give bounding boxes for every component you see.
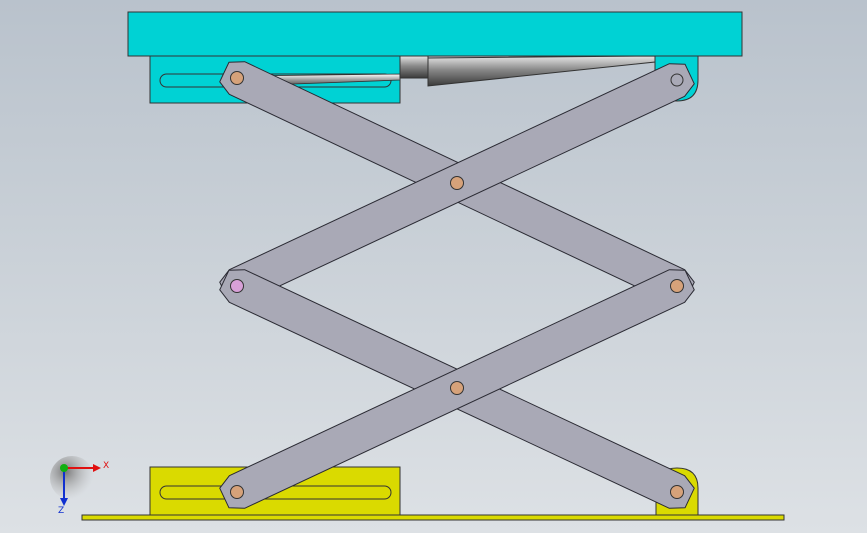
floor-plate[interactable]	[81, 514, 785, 521]
pin-center-lower[interactable]	[450, 381, 464, 395]
triad-shadow	[50, 456, 94, 500]
cad-viewport[interactable]: X Z	[0, 0, 867, 533]
x-axis-label: X	[103, 461, 109, 471]
pin-top-left[interactable]	[230, 71, 244, 85]
pin-mid-left[interactable]	[230, 279, 244, 293]
z-axis-label: Z	[58, 506, 64, 516]
pin-top-right[interactable]	[670, 73, 684, 87]
pin-center-upper[interactable]	[450, 176, 464, 190]
pin-mid-right[interactable]	[670, 279, 684, 293]
pin-bottom-right[interactable]	[670, 485, 684, 499]
scissor-lift-scene[interactable]: X Z	[0, 0, 867, 533]
coordinate-triad: X Z	[50, 456, 109, 516]
y-axis-marker	[60, 464, 68, 472]
x-axis-arrowhead	[93, 464, 101, 472]
pin-bottom-left[interactable]	[230, 485, 244, 499]
z-axis-arrowhead	[60, 498, 68, 506]
